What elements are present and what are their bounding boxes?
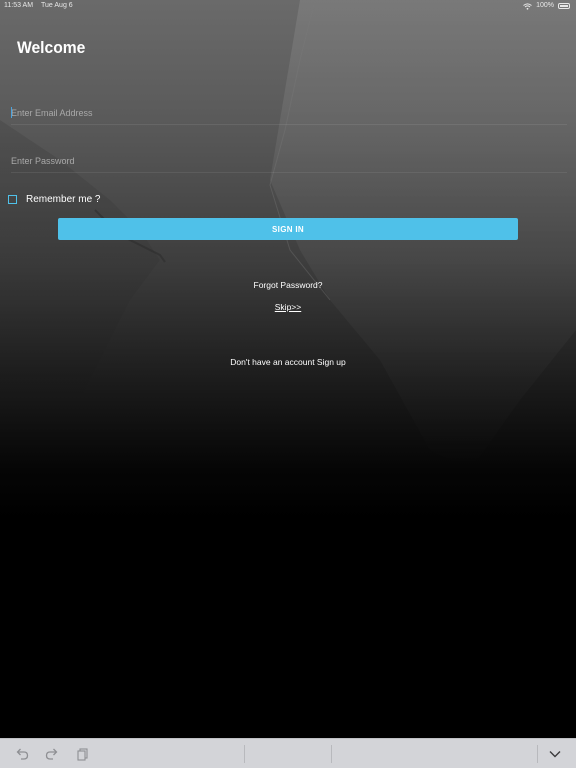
skip-link[interactable]: Skip>> [0,302,576,312]
status-right: 100% [523,0,570,12]
password-field-container [11,150,567,173]
toolbar-divider [537,745,538,763]
background-illustration [0,0,576,470]
keyboard-shortcut-bar [0,738,576,768]
password-field[interactable] [11,150,567,172]
status-time: 11:53 AM [4,2,34,9]
status-left: 11:53 AM Tue Aug 6 [4,0,73,12]
redo-icon[interactable] [44,746,60,762]
login-screen: 11:53 AM Tue Aug 6 100% Welcome Remember… [0,0,576,768]
remember-me-label: Remember me ? [26,194,101,205]
toolbar-divider [331,745,332,763]
chevron-down-icon[interactable] [547,746,563,762]
status-bar: 11:53 AM Tue Aug 6 100% [0,0,576,12]
sign-in-button[interactable]: SIGN IN [58,218,518,240]
undo-icon[interactable] [14,746,30,762]
battery-icon [558,3,570,9]
battery-percent: 100% [536,2,554,9]
wifi-icon [523,2,532,10]
status-date: Tue Aug 6 [41,2,73,9]
remember-me-row[interactable]: Remember me ? [8,194,100,205]
email-field-container [11,102,567,125]
email-field[interactable] [11,102,567,124]
remember-me-checkbox[interactable] [8,195,17,204]
text-caret [11,107,12,118]
toolbar-divider [244,745,245,763]
page-title: Welcome [17,38,86,57]
forgot-password-link[interactable]: Forgot Password? [0,280,576,290]
clipboard-icon[interactable] [75,746,91,762]
sign-up-link[interactable]: Don't have an account Sign up [0,357,576,367]
